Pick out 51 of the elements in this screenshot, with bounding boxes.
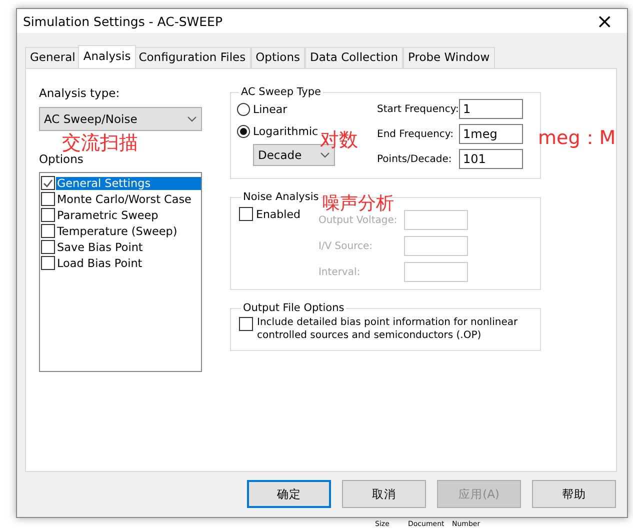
close-button[interactable]: × — [588, 11, 621, 31]
list-item[interactable]: Parametric Sweep — [56, 208, 160, 222]
field-label: Analysis type: — [39, 86, 121, 100]
radio-button[interactable] — [237, 124, 250, 138]
radio-label: Linear — [253, 102, 288, 116]
tab[interactable]: General — [25, 47, 80, 68]
list-item[interactable]: Temperature (Sweep) — [56, 224, 178, 238]
checkbox[interactable] — [41, 240, 55, 254]
checkbox[interactable] — [41, 256, 55, 270]
group-title: AC Sweep Type — [240, 86, 322, 98]
checkbox[interactable] — [41, 208, 55, 222]
tab[interactable]: Probe Window — [402, 47, 495, 68]
tab[interactable]: Analysis — [78, 45, 136, 68]
checkbox[interactable] — [41, 224, 55, 238]
checkbox-label: Include detailed bias point information for nonlinear controlled sources and semiconductors (.OP) — [257, 316, 519, 342]
field-label: End Frequency: — [377, 128, 454, 140]
checkbox[interactable] — [239, 317, 253, 331]
dialog-button[interactable]: 取消 — [342, 480, 426, 508]
annotation-text: 交流扫描 — [62, 134, 138, 153]
list-item[interactable]: General Settings — [56, 176, 201, 190]
field-label: Start Frequency: — [377, 104, 459, 114]
checkbox[interactable] — [239, 207, 253, 221]
group-title: Output File Options — [242, 302, 346, 314]
window-title: Simulation Settings - AC-SWEEP — [23, 14, 222, 28]
dialog-button[interactable]: 确定 — [247, 480, 331, 508]
annotation-text: meg：M — [538, 129, 616, 148]
list-item[interactable]: Monte Carlo/Worst Case — [56, 192, 192, 206]
text-field[interactable]: 1meg — [459, 124, 523, 144]
radio-label: Logarithmic — [253, 124, 318, 138]
checkbox[interactable] — [41, 176, 55, 190]
radio-button[interactable] — [237, 102, 250, 116]
checkbox[interactable] — [41, 192, 55, 206]
caret-icon — [187, 116, 197, 122]
group-title: Noise Analysis — [242, 191, 320, 203]
field-label: Output Voltage: — [318, 214, 398, 226]
annotation-text: 噪声分析 — [322, 195, 394, 213]
list-label: Options — [39, 152, 84, 166]
analysis-type-dropdown[interactable]: AC Sweep/Noise — [39, 107, 202, 131]
field-label: Points/Decade: — [377, 154, 452, 164]
tab[interactable]: Options — [250, 47, 305, 68]
text-field[interactable]: 1 — [459, 99, 523, 119]
list-item[interactable]: Save Bias Point — [56, 240, 144, 254]
dialog-button[interactable]: 帮助 — [532, 480, 616, 508]
tab[interactable]: Data Collection — [304, 47, 403, 68]
list-item[interactable]: Load Bias Point — [56, 256, 144, 270]
caret-icon — [320, 152, 330, 158]
field-label: I/V Source: — [318, 240, 373, 252]
field-label: Interval: — [318, 266, 360, 278]
checkbox-label: Enabled — [256, 208, 300, 220]
tab[interactable]: Configuration Files — [134, 47, 251, 68]
text-field[interactable]: 101 — [459, 149, 523, 169]
